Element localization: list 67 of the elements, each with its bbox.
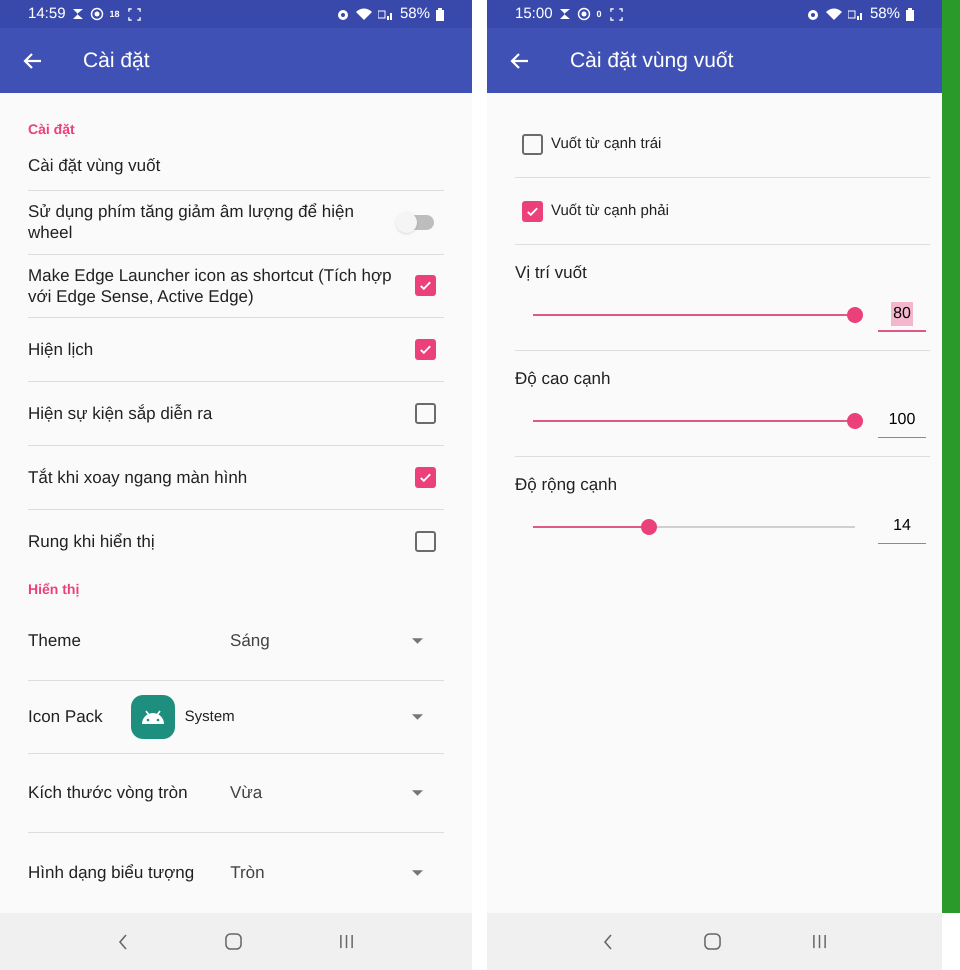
dropdown-value[interactable]: Tròn: [230, 860, 265, 886]
slider-thumb[interactable]: [640, 518, 657, 534]
clock-text: 14:59: [28, 4, 66, 24]
signal-icon: [848, 8, 864, 20]
app-bar-title: Cài đặt: [83, 48, 150, 74]
dropdown-value[interactable]: Vừa: [230, 780, 262, 806]
network-speed-text: 0: [596, 10, 602, 18]
wifi-icon: [356, 8, 372, 20]
checkbox[interactable]: [415, 467, 436, 488]
battery-text: 58%: [870, 4, 900, 24]
number-field[interactable]: 14: [878, 510, 926, 544]
preference-label: Hiện sự kiện sắp diễn ra: [28, 403, 212, 424]
number-field[interactable]: 100: [878, 404, 926, 438]
battery-text: 58%: [400, 4, 430, 24]
dropdown-caret-icon[interactable]: [412, 714, 423, 720]
back-icon[interactable]: [602, 934, 612, 950]
app-bar-title: Cài đặt vùng vuốt: [570, 48, 734, 74]
clock-text: 15:00: [515, 4, 553, 24]
checkbox[interactable]: [415, 403, 436, 424]
dropdown-value[interactable]: System: [184, 706, 235, 728]
toggle-switch[interactable]: [398, 214, 434, 230]
preference-label: Make Edge Launcher icon as shortcut (Tích hợp với Edge Sense, Active Edge): [28, 264, 393, 307]
slider-label: Vị trí vuốt: [515, 262, 588, 284]
signal-icon: [378, 8, 394, 20]
checkbox-label: Vuốt từ cạnh phải: [551, 200, 669, 221]
section-header: Cài đặt: [28, 120, 76, 139]
recent-apps-icon[interactable]: [338, 934, 354, 949]
checkbox-label: Vuốt từ cạnh trái: [551, 134, 662, 154]
home-icon[interactable]: [224, 933, 242, 950]
dropdown-caret-icon[interactable]: [412, 870, 423, 876]
dropdown-caret-icon[interactable]: [412, 790, 423, 796]
screenshot-icon: [128, 8, 141, 20]
number-field[interactable]: 80: [878, 298, 926, 332]
preference-label: Tắt khi xoay ngang màn hình: [28, 467, 248, 488]
recent-apps-icon[interactable]: [812, 934, 826, 949]
dropdown-label: Icon Pack: [28, 706, 103, 728]
checkbox[interactable]: [415, 531, 436, 552]
dropdown-label: Hình dạng biểu tượng: [28, 862, 194, 884]
slider-label: Độ rộng cạnh: [515, 474, 618, 496]
preference-item[interactable]: Cài đặt vùng vuốt: [28, 142, 444, 190]
wifi-icon: [826, 8, 842, 20]
dropdown-caret-icon[interactable]: [412, 638, 423, 644]
preference-label: Rung khi hiển thị: [28, 531, 155, 552]
dropdown-label: Theme: [28, 630, 82, 652]
preference-label: Hiện lịch: [28, 339, 94, 360]
dropdown-label: Kích thước vòng tròn: [28, 782, 189, 804]
battery-icon: [906, 8, 914, 20]
dropdown-value[interactable]: Sáng: [230, 628, 270, 654]
section-header: Hiển thị: [28, 580, 80, 600]
back-icon[interactable]: [118, 934, 128, 950]
checkbox[interactable]: [522, 200, 543, 222]
badge-icon: [576, 7, 591, 21]
back-arrow-icon[interactable]: [23, 50, 43, 70]
checkbox[interactable]: [522, 134, 543, 154]
battery-icon: [436, 8, 444, 20]
badge-icon: [90, 7, 104, 21]
checkbox[interactable]: [415, 275, 436, 296]
back-arrow-icon[interactable]: [510, 50, 530, 70]
network-speed-text: 18: [110, 10, 120, 18]
slider-thumb[interactable]: [847, 412, 863, 428]
preference-label: Sử dụng phím tăng giảm âm lượng để hiện wheel: [28, 201, 355, 244]
slider-thumb[interactable]: [847, 306, 863, 322]
home-icon[interactable]: [704, 933, 720, 950]
screenshot-icon: [610, 8, 623, 20]
android-robot-icon: [130, 694, 175, 739]
slider-label: Độ cao cạnh: [515, 368, 612, 390]
checkbox[interactable]: [415, 339, 436, 360]
